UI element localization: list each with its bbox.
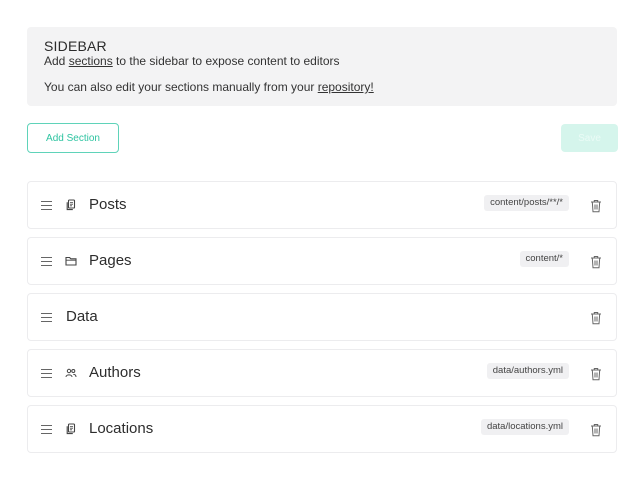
section-path-badge: data/authors.yml xyxy=(486,363,569,379)
drag-handle-icon[interactable] xyxy=(41,257,52,266)
add-section-button[interactable]: Add Section xyxy=(27,123,119,153)
section-path-badge: data/locations.yml xyxy=(480,419,569,435)
info-title: SIDEBAR xyxy=(44,38,107,54)
section-label: Locations xyxy=(89,420,154,437)
documents-icon xyxy=(66,199,76,211)
section-row-authors[interactable]: Authors data/authors.yml xyxy=(27,349,617,397)
trash-icon[interactable] xyxy=(590,255,602,269)
drag-handle-icon[interactable] xyxy=(41,313,52,322)
section-path-badge: content/* xyxy=(519,251,569,267)
section-row-posts[interactable]: Posts content/posts/**/* xyxy=(27,181,617,229)
info-line-1-suffix: to the sidebar to expose content to edit… xyxy=(112,54,340,68)
section-row-locations[interactable]: Locations data/locations.yml xyxy=(27,405,617,453)
users-icon xyxy=(65,368,77,378)
section-row-pages[interactable]: Pages content/* xyxy=(27,237,617,285)
repository-link[interactable]: repository! xyxy=(318,80,374,94)
info-line-1-prefix: Add xyxy=(44,54,69,68)
documents-icon xyxy=(66,423,76,435)
section-row-data[interactable]: Data xyxy=(27,293,617,341)
trash-icon[interactable] xyxy=(590,367,602,381)
info-line-1: Add sections to the sidebar to expose co… xyxy=(44,54,600,68)
section-label: Data xyxy=(66,308,98,325)
trash-icon[interactable] xyxy=(590,311,602,325)
drag-handle-icon[interactable] xyxy=(41,201,52,210)
info-line-2: You can also edit your sections manually… xyxy=(44,80,600,94)
folder-icon xyxy=(65,256,77,266)
section-label: Pages xyxy=(89,252,132,269)
drag-handle-icon[interactable] xyxy=(41,425,52,434)
trash-icon[interactable] xyxy=(590,199,602,213)
save-button[interactable]: Save xyxy=(561,124,618,152)
info-line-2-prefix: You can also edit your sections manually… xyxy=(44,80,318,94)
section-label: Posts xyxy=(89,196,127,213)
section-path-badge: content/posts/**/* xyxy=(484,195,569,211)
trash-icon[interactable] xyxy=(590,423,602,437)
sidebar-info-panel: SIDEBAR Add sections to the sidebar to e… xyxy=(27,27,617,106)
section-label: Authors xyxy=(89,364,141,381)
drag-handle-icon[interactable] xyxy=(41,369,52,378)
sections-link[interactable]: sections xyxy=(69,54,113,68)
